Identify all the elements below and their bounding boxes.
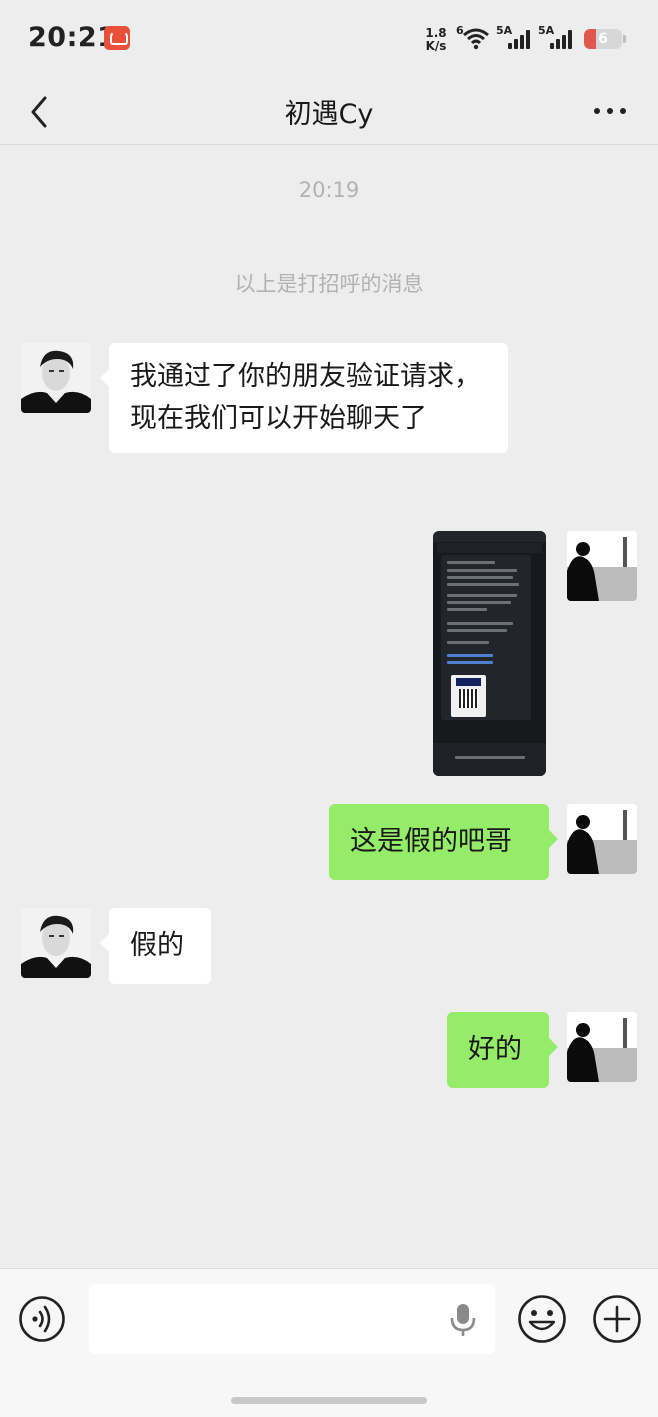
contact-avatar[interactable] [21, 908, 91, 978]
cellular-signal-2-icon: 5A [538, 24, 578, 52]
battery-level: 6 [598, 31, 608, 47]
more-options-button[interactable] [586, 88, 634, 132]
back-button[interactable] [18, 88, 62, 132]
notification-app-icon [104, 26, 130, 50]
microphone-icon[interactable] [448, 1302, 478, 1338]
message-bubble-incoming[interactable]: 我通过了你的朋友验证请求，现在我们可以开始聊天了 [109, 343, 508, 453]
voice-input-button[interactable] [18, 1295, 66, 1343]
bubble-arrow [549, 830, 558, 848]
chevron-left-icon [31, 96, 47, 128]
bubble-arrow [100, 934, 109, 952]
user-avatar[interactable] [567, 804, 637, 874]
wifi-icon: 6 [456, 24, 490, 52]
network-speed: 1.8 K/s [424, 27, 448, 53]
user-avatar[interactable] [567, 531, 637, 601]
status-bar: 20:21 1.8 K/s 6 5A 5A 6 [0, 0, 658, 80]
screenshot-image[interactable] [433, 531, 546, 776]
home-indicator[interactable] [231, 1397, 427, 1404]
chat-title: 初遇Cy [284, 99, 374, 130]
system-message: 以上是打招呼的消息 [234, 272, 424, 296]
user-avatar[interactable] [567, 1012, 637, 1082]
input-bar [0, 1268, 658, 1417]
message-bubble-incoming[interactable]: 假的 [109, 908, 211, 984]
battery-icon: 6 [584, 29, 622, 49]
emoji-button[interactable] [517, 1294, 567, 1344]
bubble-arrow [100, 369, 109, 387]
bubble-arrow [549, 1038, 558, 1056]
contact-avatar[interactable] [21, 343, 91, 413]
network-speed-unit: K/s [425, 39, 447, 53]
smiley-icon [518, 1295, 566, 1343]
plus-circle-icon [593, 1295, 641, 1343]
cellular-signal-1-icon: 5A [496, 24, 534, 52]
battery-tip [623, 35, 626, 43]
chat-header: 初遇Cy [0, 80, 658, 145]
message-timestamp: 20:19 [298, 178, 360, 202]
voice-wave-icon [19, 1296, 65, 1342]
message-bubble-outgoing[interactable]: 好的 [447, 1012, 549, 1088]
more-functions-button[interactable] [592, 1294, 642, 1344]
message-bubble-outgoing[interactable]: 这是假的吧哥 [329, 804, 549, 880]
message-input[interactable] [89, 1284, 495, 1354]
